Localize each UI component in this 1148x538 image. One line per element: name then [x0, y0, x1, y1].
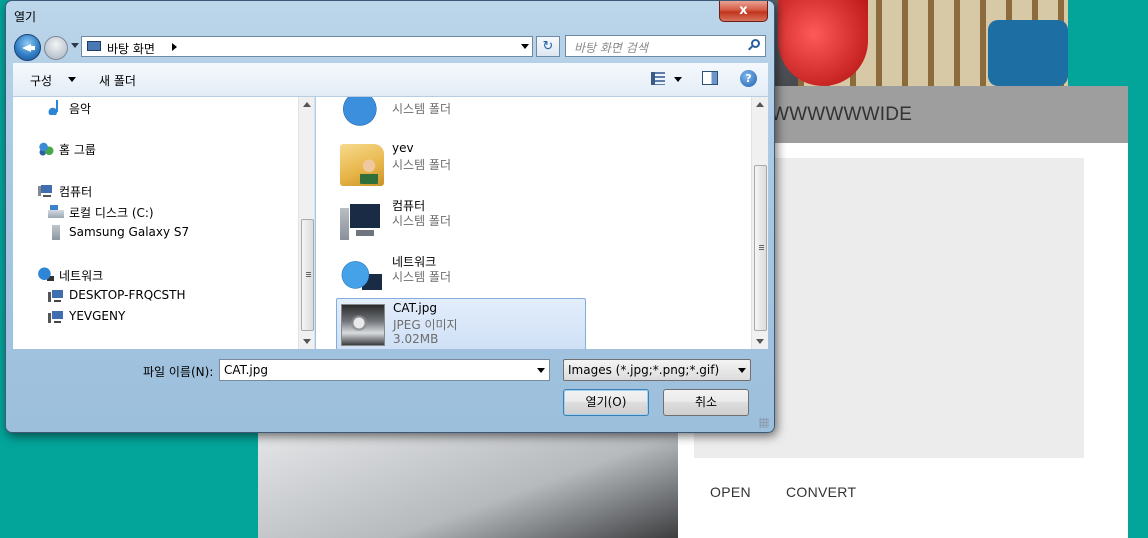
phone-icon — [48, 225, 64, 240]
file-item-network-partial[interactable]: 시스템 폴더 — [336, 97, 586, 135]
cancel-button[interactable]: 취소 — [663, 389, 749, 416]
command-bar: 구성 새 폴더 ? — [13, 63, 768, 97]
organize-menu[interactable]: 구성 — [30, 72, 52, 89]
desktop-icon — [87, 41, 101, 51]
scroll-down-arrow-icon[interactable] — [303, 339, 311, 344]
view-dropdown-icon[interactable] — [674, 77, 682, 82]
open-file-dialog: 열기 x 바탕 화면 ↻ 바탕 화면 검색 구성 새 폴더 ? 음악 홈 그룹 … — [5, 0, 775, 433]
preview-pane-icon[interactable] — [702, 71, 718, 85]
refresh-button[interactable]: ↻ — [536, 36, 560, 57]
file-item-network[interactable]: 네트워크 시스템 폴더 — [336, 251, 586, 303]
forward-arrow-icon[interactable] — [44, 36, 68, 60]
user-folder-icon — [340, 144, 384, 186]
resize-grip-icon[interactable] — [759, 418, 769, 428]
filename-dropdown-icon[interactable] — [537, 368, 545, 373]
scroll-up-arrow-icon[interactable] — [756, 102, 764, 107]
navigation-scrollbar[interactable] — [298, 97, 314, 349]
help-icon[interactable]: ? — [740, 70, 757, 87]
organize-dropdown-icon[interactable] — [68, 77, 76, 82]
network-icon — [340, 256, 384, 298]
filter-dropdown-icon[interactable] — [738, 368, 746, 373]
scroll-up-arrow-icon[interactable] — [303, 102, 311, 107]
filename-input[interactable]: CAT.jpg — [219, 359, 550, 381]
photo-blue-object — [988, 20, 1068, 86]
new-folder-button[interactable]: 새 폴더 — [99, 72, 136, 89]
scroll-down-arrow-icon[interactable] — [756, 339, 764, 344]
file-type-filter[interactable]: Images (*.jpg;*.png;*.gif) — [563, 359, 751, 381]
breadcrumb-chevron-icon[interactable] — [172, 43, 177, 51]
homegroup-icon — [38, 141, 54, 156]
network-icon — [340, 97, 384, 130]
disk-icon — [48, 204, 64, 219]
network-computer-icon — [48, 309, 64, 324]
search-input[interactable]: 바탕 화면 검색 — [565, 35, 766, 57]
scrollbar-thumb[interactable] — [754, 165, 767, 331]
address-bar[interactable]: 바탕 화면 — [81, 36, 533, 57]
search-icon[interactable] — [748, 39, 761, 52]
network-computer-icon — [48, 288, 64, 303]
open-button[interactable]: OPEN — [710, 484, 751, 500]
file-item-cat-jpg[interactable]: CAT.jpg JPEG 이미지 3.02MB — [336, 298, 586, 349]
convert-button[interactable]: CONVERT — [786, 484, 856, 500]
back-arrow-icon[interactable] — [14, 34, 41, 61]
recent-locations-dropdown-icon[interactable] — [71, 43, 79, 48]
network-icon — [38, 267, 54, 282]
navigation-pane: 음악 홈 그룹 컴퓨터 로컬 디스크 (C:) Samsung Galaxy S… — [13, 97, 315, 349]
file-item-yev[interactable]: yev 시스템 폴더 — [336, 139, 586, 191]
dialog-title: 열기 — [14, 10, 37, 24]
photo-pale-region — [258, 430, 678, 538]
open-file-button[interactable]: 열기(O) — [563, 389, 649, 416]
music-icon — [48, 100, 64, 115]
computer-icon — [38, 183, 54, 198]
file-list-scrollbar[interactable] — [751, 97, 768, 349]
app-title: WWWWWWIDE — [771, 104, 913, 125]
breadcrumb-desktop[interactable]: 바탕 화면 — [107, 40, 155, 57]
address-dropdown-icon[interactable] — [521, 44, 529, 49]
computer-icon — [340, 200, 384, 242]
file-item-computer[interactable]: 컴퓨터 시스템 폴더 — [336, 195, 586, 247]
image-thumbnail — [341, 304, 385, 346]
scrollbar-thumb[interactable] — [301, 219, 314, 331]
file-list: 시스템 폴더 yev 시스템 폴더 컴퓨터 시스템 폴더 네트워크 시스템 폴더… — [316, 97, 768, 349]
photo-red-object — [778, 0, 868, 86]
change-view-icon[interactable] — [651, 72, 665, 85]
close-button[interactable]: x — [719, 1, 768, 22]
filename-label: 파일 이름(N): — [143, 365, 214, 379]
